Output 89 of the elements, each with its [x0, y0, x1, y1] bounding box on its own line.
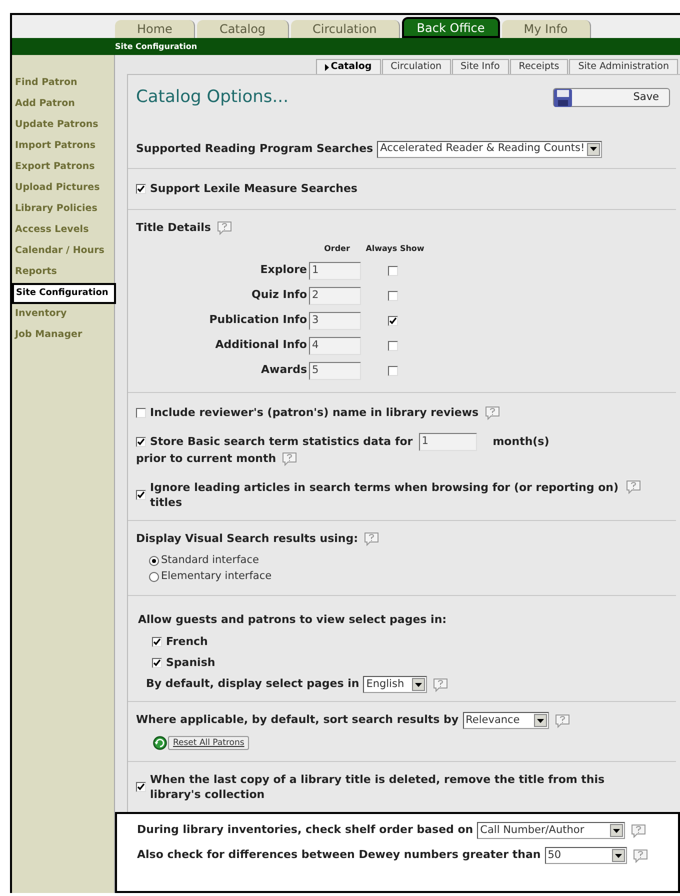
checkbox[interactable] [388, 340, 398, 350]
triangle-icon [324, 64, 329, 70]
page-title: Catalog Options... [136, 86, 288, 109]
option-label: Spanish [166, 654, 216, 670]
option-label: Display Visual Search results using: [136, 530, 358, 546]
row-label: Explore [259, 262, 308, 278]
radio-button[interactable] [149, 572, 159, 582]
option-label: Support Lexile Measure Searches [150, 180, 358, 196]
sidebar-item[interactable]: Job Manager [12, 325, 114, 346]
refresh-icon [152, 735, 168, 751]
checkbox[interactable] [152, 637, 162, 648]
input-field[interactable]: 1 [418, 433, 477, 451]
column-header: Order [323, 242, 351, 254]
sidebar-item[interactable]: Upload Pictures [12, 178, 114, 199]
option-label: Title Details [136, 220, 211, 236]
sidebar-item[interactable]: Inventory [12, 304, 114, 325]
main-tab[interactable]: Back Office [402, 17, 500, 38]
sidebar-item[interactable]: Export Patrons [12, 157, 114, 178]
checkbox[interactable] [136, 437, 146, 447]
save-button[interactable]: Save [553, 88, 670, 108]
input-field[interactable]: 4 [309, 336, 361, 354]
option-label: Where applicable, by default, sort search results by [136, 712, 459, 728]
checkbox[interactable] [136, 184, 146, 194]
help-icon[interactable] [216, 221, 232, 236]
row-label: Quiz Info [250, 287, 308, 304]
sub-tab[interactable]: Circulation [382, 59, 451, 74]
option-label: When the last copy of a library title is deleted, remove the title from this library's collection [150, 772, 606, 802]
main-tab[interactable]: Home [115, 20, 196, 38]
option-label: Ignore leading articles in search terms when browsing for (or reporting on) titles [150, 480, 620, 510]
sidebar-item[interactable]: Add Patron [12, 94, 114, 115]
checkbox[interactable] [388, 366, 398, 376]
main-tab[interactable]: Circulation [290, 20, 400, 38]
option-label: Allow guests and patrons to view select pages in: [138, 613, 447, 626]
input-field[interactable]: 1 [309, 262, 361, 280]
option-label: Elementary interface [161, 569, 272, 584]
sub-tab[interactable]: Receipts [510, 59, 568, 74]
option-label: Include reviewer's (patron's) name in library reviews [150, 404, 479, 420]
reset-button[interactable]: Reset All Patrons [168, 736, 250, 750]
sidebar-item[interactable]: Library Policies [12, 199, 114, 220]
sub-tab[interactable]: Site Info [452, 59, 509, 74]
row-label: Publication Info [208, 312, 308, 328]
checkbox[interactable] [136, 490, 146, 500]
option-label: Supported Reading Program Searches [136, 140, 374, 157]
help-icon[interactable] [433, 678, 448, 692]
checkbox[interactable] [388, 290, 398, 300]
checkbox[interactable] [136, 408, 146, 418]
dropdown[interactable]: English [363, 676, 428, 693]
checkbox[interactable] [136, 782, 146, 792]
input-field[interactable]: 3 [309, 312, 361, 330]
option-label: Also check for differences between Dewey numbers greater than [137, 847, 541, 864]
sidebar-item[interactable]: Site Configuration [12, 283, 116, 304]
dropdown[interactable]: Relevance [462, 712, 549, 729]
help-icon[interactable] [364, 532, 380, 546]
radio-button[interactable] [149, 556, 159, 566]
option-label: Store Basic search term statistics data for [150, 434, 413, 450]
option-label: French [166, 634, 208, 650]
sub-tab[interactable]: Catalog [316, 59, 381, 74]
help-icon[interactable] [554, 714, 570, 728]
sidebar-item[interactable]: Update Patrons [12, 115, 114, 136]
help-icon[interactable] [632, 848, 648, 862]
sidebar-item[interactable]: Find Patron [12, 73, 114, 94]
checkbox[interactable] [388, 316, 398, 326]
option-label: During library inventories, check shelf order based on [137, 822, 474, 838]
sidebar-item[interactable]: Reports [12, 262, 114, 283]
help-icon[interactable] [626, 480, 641, 494]
sidebar-item[interactable]: Import Patrons [12, 136, 114, 157]
dropdown[interactable]: Call Number/Author [477, 822, 626, 839]
help-icon[interactable] [631, 824, 646, 838]
sidebar-item[interactable]: Calendar / Hours [12, 241, 114, 262]
checkbox[interactable] [152, 658, 162, 668]
sidebar-item[interactable]: Access Levels [12, 220, 114, 241]
sub-tab[interactable]: Site Administration [569, 59, 678, 74]
input-field[interactable]: 2 [309, 286, 361, 304]
option-label: Standard interface [161, 553, 259, 568]
help-icon[interactable] [484, 406, 500, 420]
dropdown[interactable]: 50 [544, 847, 627, 864]
option-label: month(s) [492, 434, 550, 450]
column-header: Always Show [365, 242, 425, 254]
dropdown[interactable]: Accelerated Reader & Reading Counts! [377, 140, 602, 158]
row-label: Awards [260, 362, 308, 378]
main-tab[interactable]: My Info [502, 20, 591, 38]
breadcrumb: Site Configuration [115, 40, 198, 52]
input-field[interactable]: 5 [309, 362, 361, 380]
option-label: By default, display select pages in [146, 676, 360, 692]
option-label: prior to current month [136, 451, 276, 467]
row-label: Additional Info [214, 337, 308, 354]
help-icon[interactable] [282, 452, 298, 466]
main-tab[interactable]: Catalog [197, 20, 289, 38]
checkbox[interactable] [388, 266, 398, 276]
